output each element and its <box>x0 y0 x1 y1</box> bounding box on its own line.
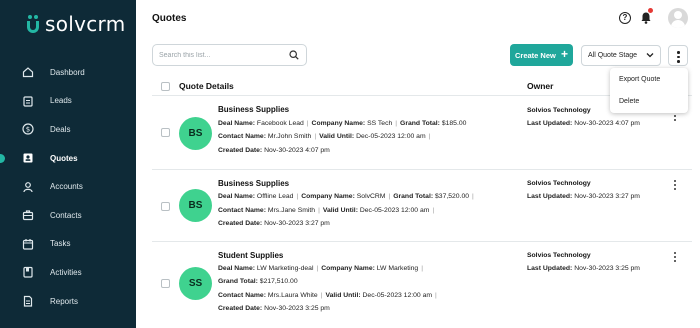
briefcase-icon <box>22 210 34 221</box>
person-icon <box>23 181 33 192</box>
column-header-quote-details: Quote Details <box>179 81 234 91</box>
menu-item-delete[interactable]: Delete <box>610 90 688 112</box>
more-options-menu: Export Quote Delete <box>610 68 688 113</box>
row-more-icon[interactable] <box>673 252 677 264</box>
select-all-checkbox[interactable] <box>161 82 170 91</box>
sidebar-item-reports[interactable]: Reports <box>0 287 136 316</box>
last-updated: Last Updated: Nov-30-2023 3:25 pm <box>527 265 640 272</box>
quote-line-3: Contact Name: Mrs.Laura White | Valid Unti… <box>218 292 437 299</box>
sidebar-nav: Dashbord Leads $ Deals Quotes Accounts C… <box>0 58 136 315</box>
quote-avatar: BS <box>179 189 212 222</box>
search-box <box>152 44 307 66</box>
last-updated: Last Updated: Nov-30-2023 3:27 pm <box>527 193 640 200</box>
quote-title[interactable]: Student Supplies <box>218 251 283 260</box>
last-updated: Last Updated: Nov-30-2023 4:07 pm <box>527 120 640 127</box>
row-checkbox[interactable] <box>161 128 170 137</box>
chevron-down-icon <box>646 53 654 58</box>
more-options-button[interactable] <box>668 45 688 66</box>
sidebar-item-label: Tasks <box>50 239 71 249</box>
create-new-button[interactable]: Create New + <box>510 44 573 66</box>
notification-dot <box>648 8 653 13</box>
table-row[interactable]: BS Business Supplies Deal Name: Offline … <box>152 171 692 242</box>
user-avatar[interactable] <box>668 8 688 28</box>
logo-mark-icon <box>26 13 40 35</box>
menu-item-export-quote[interactable]: Export Quote <box>610 68 688 90</box>
svg-text:$: $ <box>26 126 30 134</box>
row-checkbox[interactable] <box>161 202 170 211</box>
book-icon <box>23 267 33 279</box>
search-input[interactable] <box>159 51 289 59</box>
sidebar-item-tasks[interactable]: Tasks <box>0 230 136 259</box>
sidebar-item-quotes[interactable]: Quotes <box>0 144 136 173</box>
table-row[interactable]: SS Student Supplies Deal Name: LW Market… <box>152 243 692 328</box>
quote-line-1: Deal Name: LW Marketing-deal | Company Nam… <box>218 265 423 272</box>
help-icon[interactable]: ? <box>619 12 631 24</box>
sidebar-item-label: Deals <box>50 124 71 134</box>
create-new-label: Create New <box>515 50 556 60</box>
home-icon <box>22 67 34 78</box>
quote-stage-value: All Quote Stage <box>588 52 638 59</box>
quote-title[interactable]: Business Supplies <box>218 179 289 188</box>
search-icon[interactable] <box>289 50 299 60</box>
sidebar-item-accounts[interactable]: Accounts <box>0 172 136 201</box>
sidebar-item-leads[interactable]: Leads <box>0 87 136 116</box>
quote-line-2: Contact Name: Mrs.Jane Smith | Valid Until… <box>218 207 435 214</box>
quote-line-3: Created Date: Nov-30-2023 3:27 pm <box>218 220 330 227</box>
quote-line-1: Deal Name: Facebook Lead | Company Name: S… <box>218 120 467 127</box>
page-title: Quotes <box>152 13 187 24</box>
owner-name: Solvios Technology <box>527 107 591 114</box>
document-icon <box>23 295 33 307</box>
quote-line-1: Deal Name: Offline Lead | Company Name: So… <box>218 193 474 200</box>
row-checkbox[interactable] <box>161 279 170 288</box>
owner-name: Solvios Technology <box>527 180 591 187</box>
quote-avatar: SS <box>179 267 212 300</box>
plus-icon: + <box>560 47 568 61</box>
brand-logo[interactable]: solvcrm <box>26 12 126 36</box>
sidebar-item-label: Reports <box>50 296 79 306</box>
sidebar-item-label: Activities <box>50 267 82 277</box>
quote-avatar: BS <box>179 117 212 150</box>
sidebar-item-dashboard[interactable]: Dashbord <box>0 58 136 87</box>
quote-icon <box>23 153 33 163</box>
clipboard-icon <box>23 96 33 107</box>
sidebar: solvcrm Dashbord Leads $ Deals Quotes Ac… <box>0 0 136 328</box>
sidebar-item-label: Leads <box>50 96 72 106</box>
column-header-owner: Owner <box>527 81 554 91</box>
sidebar-item-label: Dashbord <box>50 67 85 77</box>
sidebar-item-activities[interactable]: Activities <box>0 258 136 287</box>
sidebar-item-label: Accounts <box>50 182 83 192</box>
sidebar-item-contacts[interactable]: Contacts <box>0 201 136 230</box>
sidebar-item-label: Quotes <box>50 153 78 163</box>
calendar-icon <box>22 238 34 250</box>
main-content: Quotes ? Create New + All Quote Stage Ex… <box>136 0 700 328</box>
sidebar-item-label: Contacts <box>50 210 82 220</box>
quote-line-2: Contact Name: Mr.John Smith | Valid Until:… <box>218 133 431 140</box>
owner-name: Solvios Technology <box>527 252 591 259</box>
quote-title[interactable]: Business Supplies <box>218 105 289 114</box>
dollar-icon: $ <box>22 123 34 136</box>
quote-stage-select[interactable]: All Quote Stage <box>581 45 661 66</box>
quote-line-3: Created Date: Nov-30-2023 4:07 pm <box>218 147 330 154</box>
quote-line-4: Created Date: Nov-30-2023 3:25 pm <box>218 305 330 312</box>
quote-line-2: Grand Total: $217,510.00 <box>218 278 298 285</box>
brand-name: solvcrm <box>45 12 126 36</box>
row-more-icon[interactable] <box>673 180 677 192</box>
sidebar-item-deals[interactable]: $ Deals <box>0 115 136 144</box>
